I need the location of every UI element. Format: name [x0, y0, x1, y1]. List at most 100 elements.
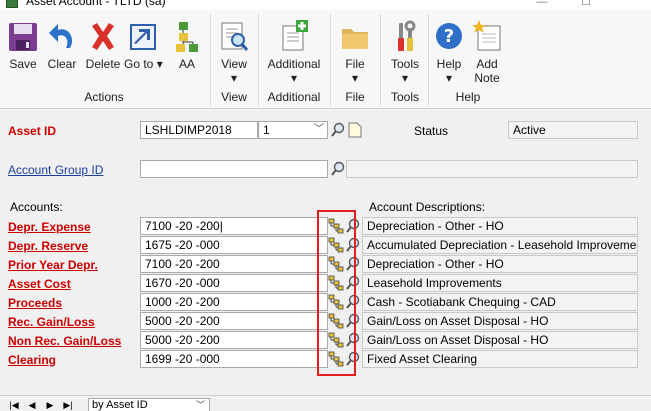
asset-id-label: Asset ID — [8, 124, 57, 138]
add-note-label: Add Note — [474, 57, 500, 85]
account-number-input[interactable]: 1670 -20 -000 — [140, 274, 328, 292]
asset-note-button[interactable] — [346, 121, 364, 139]
additional-label: Additional ▾ — [267, 57, 321, 85]
delete-button[interactable]: Delete — [84, 10, 122, 71]
account-number-input[interactable]: 1699 -20 -000 — [140, 350, 328, 368]
aa-tree-icon — [171, 20, 203, 54]
browse-bar: |◀ ◀ ▶ ▶| by Asset ID ﹀ — [0, 395, 651, 411]
aa-button[interactable]: AA — [168, 10, 206, 71]
account-label-link[interactable]: Depr. Reserve — [8, 239, 88, 253]
svg-text:?: ? — [444, 26, 454, 47]
tools-button[interactable]: Tools ▾ — [384, 10, 426, 85]
add-note-button[interactable]: Add Note — [468, 10, 506, 85]
save-disk-icon — [7, 20, 39, 54]
title-bar: Asset Account - TLTD (sa) — ☐ — [0, 0, 651, 10]
help-button[interactable]: ? Help ▾ — [430, 10, 468, 85]
clear-button[interactable]: Clear — [44, 10, 80, 71]
account-number-input[interactable]: 5000 -20 -200 — [140, 331, 328, 349]
note-page-icon — [348, 122, 362, 138]
account-description: Depreciation - Other - HO — [362, 217, 638, 235]
add-note-icon — [471, 20, 503, 54]
file-label: File ▾ — [345, 57, 365, 85]
highlight-box — [317, 210, 356, 376]
last-record-button[interactable]: ▶| — [62, 399, 74, 411]
accounts-header: Accounts: — [10, 200, 63, 214]
minimize-button[interactable]: — — [535, 0, 549, 8]
next-record-button[interactable]: ▶ — [44, 399, 56, 411]
account-group-id-input[interactable] — [140, 160, 328, 178]
asset-id-input[interactable]: LSHLDIMP2018 — [140, 121, 258, 139]
account-label-link[interactable]: Rec. Gain/Loss — [8, 315, 95, 329]
tools-wrench-icon — [389, 20, 421, 54]
app-icon — [6, 0, 18, 8]
asset-account-form: Asset ID LSHLDIMP2018 1 ﹀ Status Active … — [0, 110, 651, 395]
status-label: Status — [414, 124, 449, 138]
account-descriptions-header: Account Descriptions: — [369, 200, 486, 214]
account-number-input[interactable]: 7100 -20 -200 — [140, 255, 328, 273]
maximize-button[interactable]: ☐ — [579, 0, 593, 8]
ribbon-separator — [258, 14, 259, 106]
chevron-down-icon: ﹀ — [314, 124, 324, 135]
view-magnifier-icon — [218, 20, 250, 54]
account-label-link[interactable]: Prior Year Depr. — [8, 258, 98, 272]
actions-group-label: Actions — [84, 90, 124, 104]
undo-arrow-icon — [46, 20, 78, 54]
account-number-input[interactable]: 7100 -20 -200| — [140, 217, 328, 235]
goto-label: Go to ▾ — [124, 57, 163, 71]
help-label: Help ▾ — [436, 57, 462, 85]
chevron-down-icon: ﹀ — [195, 400, 205, 410]
account-description: Cash - Scotiabank Chequing - CAD — [362, 293, 638, 311]
additional-group-label: Additional — [267, 90, 321, 104]
additional-plus-icon — [278, 20, 310, 54]
account-description: Accumulated Depreciation - Leasehold Imp… — [362, 236, 638, 254]
account-description: Gain/Loss on Asset Disposal - HO — [362, 312, 638, 330]
account-description: Gain/Loss on Asset Disposal - HO — [362, 331, 638, 349]
help-question-icon: ? — [433, 20, 465, 54]
goto-button[interactable]: Go to ▾ — [124, 10, 163, 71]
delete-x-icon — [87, 20, 119, 54]
sort-order-select[interactable]: by Asset ID ﹀ — [88, 398, 210, 411]
save-button[interactable]: Save — [4, 10, 42, 71]
window-title: Asset Account - TLTD (sa) — [26, 0, 166, 8]
account-description: Fixed Asset Clearing — [362, 350, 638, 368]
file-group-label: File — [345, 90, 365, 104]
asset-suffix-select[interactable]: 1 ﹀ — [258, 121, 328, 139]
ribbon-separator — [330, 14, 331, 106]
ribbon-separator — [428, 14, 429, 106]
view-button[interactable]: View ▾ — [214, 10, 254, 85]
account-number-input[interactable]: 1000 -20 -200 — [140, 293, 328, 311]
clear-label: Clear — [47, 57, 77, 71]
help-group-label: Help — [455, 90, 481, 104]
tools-label: Tools ▾ — [390, 57, 419, 85]
goto-arrow-icon — [127, 20, 159, 54]
account-label-link[interactable]: Non Rec. Gain/Loss — [8, 334, 121, 348]
previous-record-button[interactable]: ◀ — [26, 399, 38, 411]
delete-label: Delete — [85, 57, 121, 71]
account-group-id-link[interactable]: Account Group ID — [8, 163, 103, 177]
additional-button[interactable]: Additional ▾ — [262, 10, 326, 85]
save-label: Save — [9, 57, 37, 71]
tools-group-label: Tools — [390, 90, 419, 104]
asset-id-lookup-button[interactable] — [329, 121, 347, 139]
account-label-link[interactable]: Proceeds — [8, 296, 62, 310]
ribbon-toolbar: Save Clear Delete Go to ▾ AA Actions Vie… — [0, 10, 651, 109]
aa-label: AA — [178, 57, 195, 71]
account-label-link[interactable]: Clearing — [8, 353, 56, 367]
status-field: Active — [508, 121, 638, 139]
account-number-input[interactable]: 1675 -20 -000 — [140, 236, 328, 254]
view-group-label: View — [221, 90, 247, 104]
account-label-link[interactable]: Asset Cost — [8, 277, 71, 291]
account-number-input[interactable]: 5000 -20 -200 — [140, 312, 328, 330]
lookup-magnifier-icon — [331, 161, 345, 176]
asset-suffix-value: 1 — [263, 123, 270, 137]
account-group-lookup-button[interactable] — [329, 160, 347, 178]
account-description: Depreciation - Other - HO — [362, 255, 638, 273]
file-button[interactable]: File ▾ — [334, 10, 376, 85]
account-label-link[interactable]: Depr. Expense — [8, 220, 91, 234]
first-record-button[interactable]: |◀ — [8, 399, 20, 411]
folder-icon — [339, 20, 371, 54]
ribbon-separator — [380, 14, 381, 106]
account-description: Leasehold Improvements — [362, 274, 638, 292]
ribbon-separator — [210, 14, 211, 106]
account-group-description — [346, 160, 638, 178]
